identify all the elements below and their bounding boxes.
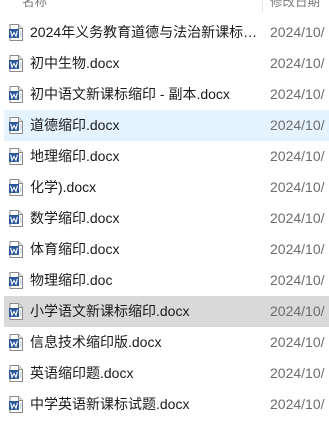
column-divider[interactable] <box>262 0 263 12</box>
file-name[interactable]: 小学语文新课标缩印.docx <box>30 296 262 327</box>
file-date-modified: 2024/10/ <box>270 117 325 133</box>
file-row[interactable]: 化学).docx 2024/10/ <box>0 172 329 203</box>
file-rows: 2024年义务教育道德与法治新课标… 2024/10/初中生物.docx 2024/… <box>0 17 329 420</box>
file-row[interactable]: 英语缩印题.docx 2024/10/ <box>0 358 329 389</box>
word-document-icon <box>9 334 23 351</box>
file-date-modified: 2024/10/ <box>270 396 325 412</box>
word-document-icon <box>9 210 23 227</box>
file-name[interactable]: 初中生物.docx <box>30 48 262 79</box>
word-document-icon <box>9 55 23 72</box>
column-header: 名称 修改日期 <box>0 0 329 12</box>
word-document-icon <box>9 396 23 413</box>
word-document-icon <box>9 303 23 320</box>
word-document-icon <box>9 117 23 134</box>
word-document-icon <box>9 272 23 289</box>
file-date-modified: 2024/10/ <box>270 272 325 288</box>
column-header-name[interactable]: 名称 <box>22 0 47 10</box>
file-name[interactable]: 信息技术缩印版.docx <box>30 327 262 358</box>
file-name[interactable]: 物理缩印.doc <box>30 265 262 296</box>
file-date-modified: 2024/10/ <box>270 148 325 164</box>
file-row[interactable]: 初中生物.docx 2024/10/ <box>0 48 329 79</box>
file-name[interactable]: 英语缩印题.docx <box>30 358 262 389</box>
file-name[interactable]: 数学缩印.docx <box>30 203 262 234</box>
word-document-icon <box>9 179 23 196</box>
file-row[interactable]: 道德缩印.docx 2024/10/ <box>0 110 329 141</box>
file-date-modified: 2024/10/ <box>270 334 325 350</box>
file-row[interactable]: 信息技术缩印版.docx 2024/10/ <box>0 327 329 358</box>
file-date-modified: 2024/10/ <box>270 55 325 71</box>
file-explorer-list: 名称 修改日期 2024年义务教育道德与法治新课标… 2024/10/初中生物.d… <box>0 0 329 434</box>
file-name[interactable]: 化学).docx <box>30 172 262 203</box>
file-date-modified: 2024/10/ <box>270 303 325 319</box>
word-document-icon <box>9 365 23 382</box>
file-row[interactable]: 小学语文新课标缩印.docx 2024/10/ <box>0 296 329 327</box>
file-date-modified: 2024/10/ <box>270 241 325 257</box>
word-document-icon <box>9 24 23 41</box>
file-name[interactable]: 道德缩印.docx <box>30 110 262 141</box>
file-date-modified: 2024/10/ <box>270 86 325 102</box>
file-name[interactable]: 中学英语新课标试题.docx <box>30 389 262 420</box>
column-header-date-modified[interactable]: 修改日期 <box>270 0 320 10</box>
word-document-icon <box>9 148 23 165</box>
file-name[interactable]: 地理缩印.docx <box>30 141 262 172</box>
file-row[interactable]: 初中语文新课标缩印 - 副本.docx 2024/10/ <box>0 79 329 110</box>
word-document-icon <box>9 86 23 103</box>
word-document-icon <box>9 241 23 258</box>
file-name[interactable]: 体育缩印.docx <box>30 234 262 265</box>
file-row[interactable]: 体育缩印.docx 2024/10/ <box>0 234 329 265</box>
file-date-modified: 2024/10/ <box>270 365 325 381</box>
file-row[interactable]: 2024年义务教育道德与法治新课标… 2024/10/ <box>0 17 329 48</box>
file-name[interactable]: 2024年义务教育道德与法治新课标… <box>30 17 262 48</box>
file-date-modified: 2024/10/ <box>270 179 325 195</box>
file-row[interactable]: 中学英语新课标试题.docx 2024/10/ <box>0 389 329 420</box>
file-row[interactable]: 地理缩印.docx 2024/10/ <box>0 141 329 172</box>
file-name[interactable]: 初中语文新课标缩印 - 副本.docx <box>30 79 262 110</box>
file-date-modified: 2024/10/ <box>270 210 325 226</box>
file-date-modified: 2024/10/ <box>270 24 325 40</box>
file-row[interactable]: 物理缩印.doc 2024/10/ <box>0 265 329 296</box>
file-row[interactable]: 数学缩印.docx 2024/10/ <box>0 203 329 234</box>
